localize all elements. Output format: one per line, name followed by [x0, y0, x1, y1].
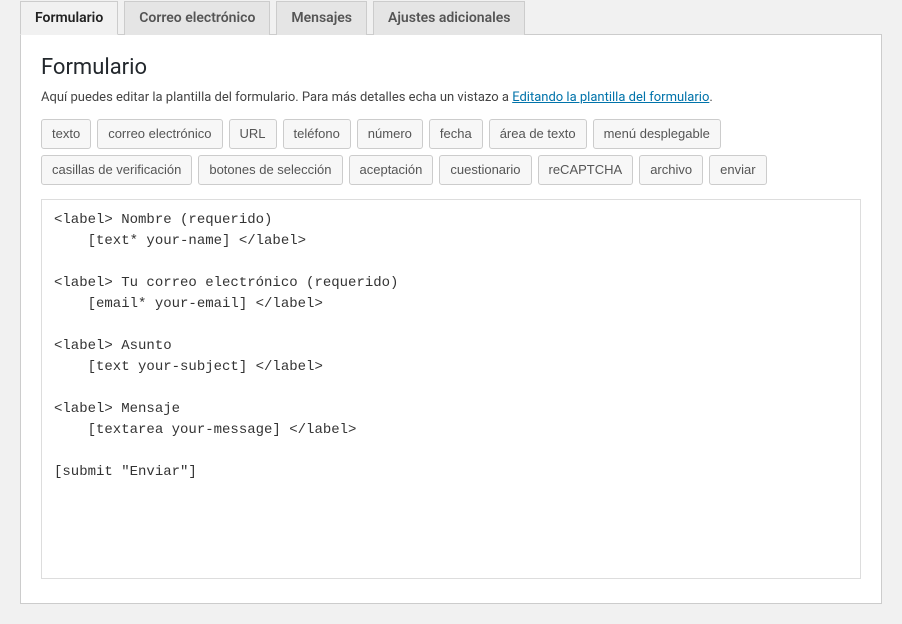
- tag-button-botones-seleccion[interactable]: botones de selección: [198, 155, 342, 185]
- description-suffix: .: [709, 90, 712, 105]
- tag-button-texto[interactable]: texto: [41, 119, 91, 149]
- tag-button-numero[interactable]: número: [357, 119, 423, 149]
- tag-button-menu-desplegable[interactable]: menú desplegable: [593, 119, 721, 149]
- tag-button-recaptcha[interactable]: reCAPTCHA: [538, 155, 634, 185]
- tag-button-enviar[interactable]: enviar: [709, 155, 766, 185]
- tag-button-area-texto[interactable]: área de texto: [489, 119, 587, 149]
- tag-buttons-row: texto correo electrónico URL teléfono nú…: [41, 119, 861, 185]
- tab-formulario[interactable]: Formulario: [20, 1, 118, 35]
- tag-button-archivo[interactable]: archivo: [639, 155, 703, 185]
- tab-ajustes[interactable]: Ajustes adicionales: [373, 1, 525, 35]
- tab-correo[interactable]: Correo electrónico: [124, 1, 270, 35]
- panel-heading: Formulario: [41, 55, 861, 80]
- form-template-editor[interactable]: [41, 199, 861, 579]
- tag-button-correo[interactable]: correo electrónico: [97, 119, 222, 149]
- description-link[interactable]: Editando la plantilla del formulario: [512, 90, 709, 105]
- tag-button-cuestionario[interactable]: cuestionario: [439, 155, 531, 185]
- tab-mensajes[interactable]: Mensajes: [276, 1, 367, 35]
- tag-button-telefono[interactable]: teléfono: [283, 119, 351, 149]
- tag-button-fecha[interactable]: fecha: [429, 119, 483, 149]
- form-panel: Formulario Aquí puedes editar la plantil…: [20, 35, 882, 604]
- description-text: Aquí puedes editar la plantilla del form…: [41, 90, 512, 105]
- tabs-nav: Formulario Correo electrónico Mensajes A…: [20, 0, 882, 35]
- panel-description: Aquí puedes editar la plantilla del form…: [41, 90, 861, 105]
- tag-button-url[interactable]: URL: [229, 119, 277, 149]
- tag-button-casillas[interactable]: casillas de verificación: [41, 155, 192, 185]
- tag-button-aceptacion[interactable]: aceptación: [349, 155, 434, 185]
